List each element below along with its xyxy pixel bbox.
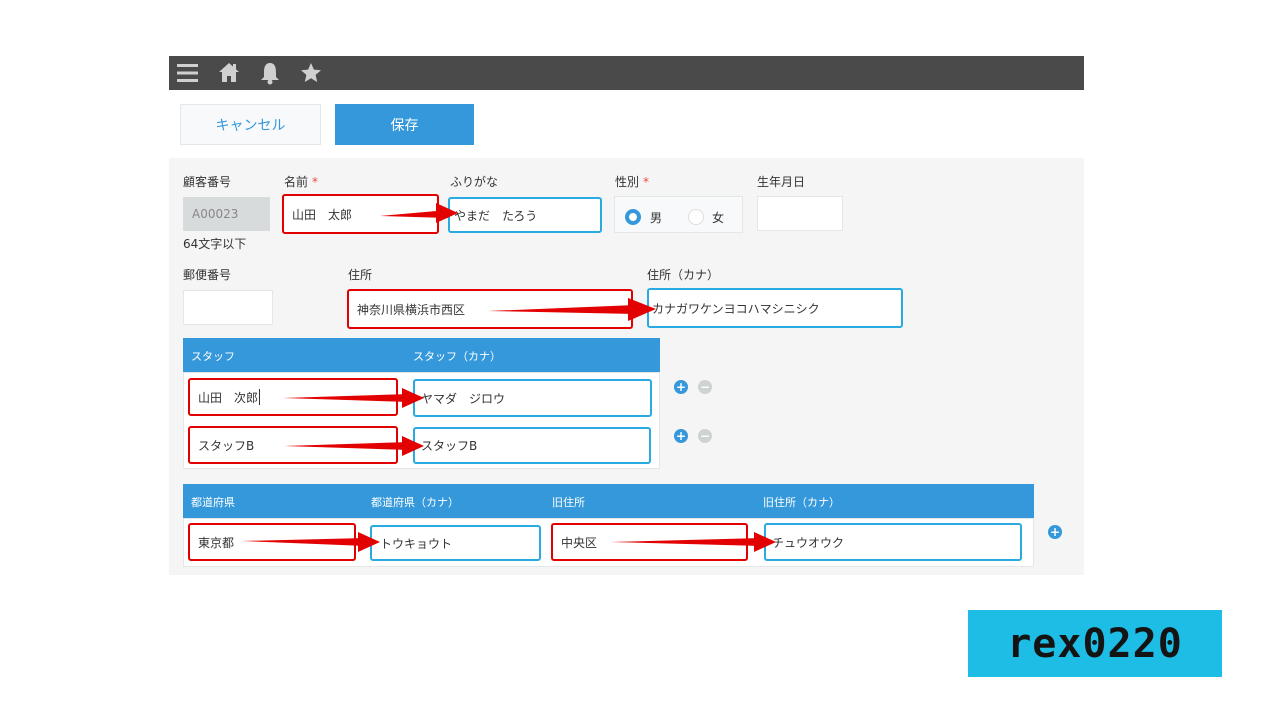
- annotation-arrow-pref: [242, 532, 380, 552]
- watermark-label: rex0220: [968, 610, 1222, 677]
- annotation-arrow-old-address: [610, 532, 776, 552]
- annotation-arrow-staff-1: [283, 388, 424, 408]
- annotation-arrow-name: [380, 203, 458, 223]
- annotation-arrow-staff-2: [284, 436, 424, 456]
- annotation-arrow-address: [488, 298, 656, 321]
